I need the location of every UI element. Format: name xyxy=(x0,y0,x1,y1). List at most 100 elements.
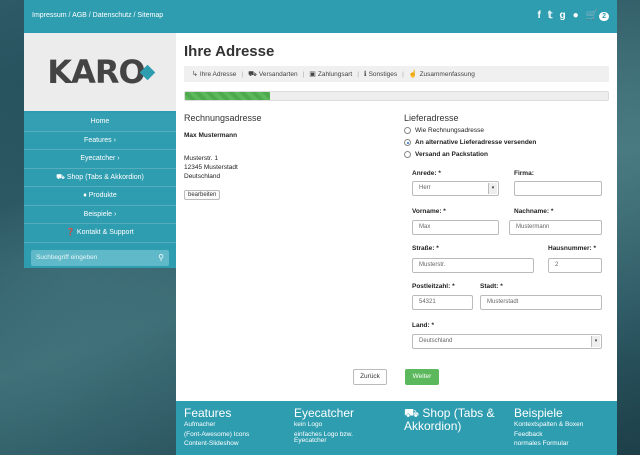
footer-heading: ⛟ Shop (Tabs & Akkordion) xyxy=(404,406,495,433)
search-icon[interactable]: ⚲ xyxy=(158,253,164,262)
plz-label: Postleitzahl: * xyxy=(412,283,455,290)
firma-input[interactable] xyxy=(514,181,602,196)
next-button[interactable]: Weiter xyxy=(405,369,439,385)
thumbs-up-icon: ☝ xyxy=(408,71,418,78)
google-plus-icon[interactable]: g xyxy=(559,10,565,22)
nav-item-eyecatcher[interactable]: Eyecatcher › xyxy=(24,150,176,169)
footer-col-beispiele: Beispiele Kontextspalten & Boxen Feedbac… xyxy=(514,407,583,449)
cart-icon[interactable]: 🛒 2 xyxy=(586,10,609,22)
top-links[interactable]: Impressum / AGB / Datenschutz / Sitemap xyxy=(32,12,163,19)
radio-button[interactable] xyxy=(404,127,411,134)
anrede-label: Anrede: * xyxy=(412,170,441,177)
billing-address-block: Musterstr. 1 12345 Musterstadt Deutschla… xyxy=(184,154,384,181)
nav-item-features[interactable]: Features › xyxy=(24,132,176,150)
truck-icon: ⛟ xyxy=(248,70,257,78)
back-button[interactable]: Zurück xyxy=(353,369,387,385)
sidebar-nav: Home Features › Eyecatcher › ⛟ Shop (Tab… xyxy=(24,113,176,243)
money-icon: ▣ xyxy=(309,71,316,78)
billing-title: Rechnungsadresse xyxy=(184,113,262,123)
plz-input[interactable]: 54321 xyxy=(412,295,473,310)
logo[interactable]: KARO xyxy=(24,33,176,111)
vorname-input[interactable]: Max xyxy=(412,220,499,235)
land-select[interactable]: Deutschland ▾ xyxy=(412,334,602,349)
twitter-icon[interactable]: 𝕥 xyxy=(548,10,553,22)
nav-item-beispiele[interactable]: Beispiele › xyxy=(24,206,176,224)
billing-country: Deutschland xyxy=(184,173,221,180)
footer-link[interactable]: Kontextspalten & Boxen xyxy=(514,421,583,430)
nachname-label: Nachname: * xyxy=(514,208,554,215)
step-separator: | xyxy=(241,70,244,78)
nav-item-shop[interactable]: ⛟ Shop (Tabs & Akkordion) xyxy=(24,169,176,187)
anrede-select[interactable]: Herr ▾ xyxy=(412,181,499,196)
chevron-down-icon: ▾ xyxy=(591,336,600,347)
step-label: Ihre Adresse xyxy=(199,70,237,78)
footer-link[interactable]: kein Logo xyxy=(294,421,354,430)
facebook-icon[interactable]: f xyxy=(537,10,540,22)
step-separator: | xyxy=(402,70,404,78)
step-label: Zusammenfassung xyxy=(419,70,475,78)
main-content: Ihre Adresse ↳ Ihre Adresse | ⛟ Versandart… xyxy=(176,33,617,401)
cart-count-badge: 2 xyxy=(599,12,609,21)
search-input[interactable] xyxy=(31,249,169,266)
stadt-input[interactable]: Musterstadt xyxy=(480,295,602,310)
land-label: Land: * xyxy=(412,322,435,329)
nav-item-home[interactable]: Home xyxy=(24,113,176,132)
delivery-option-same[interactable]: Wie Rechnungsadresse xyxy=(404,126,614,135)
top-icons: f 𝕥 g ● 🛒 2 xyxy=(537,10,609,22)
step-sonstiges[interactable]: ℹ Sonstiges xyxy=(363,70,398,79)
strasse-label: Straße: * xyxy=(412,245,439,252)
delivery-option-label: Wie Rechnungsadresse xyxy=(415,127,485,134)
footer-link[interactable]: Aufmacher xyxy=(184,421,249,430)
delivery-option-packstation[interactable]: Versand an Packstation xyxy=(404,150,614,159)
footer-heading: Features xyxy=(184,406,232,420)
logo-text: KARO xyxy=(47,53,145,91)
step-label: Sonstiges xyxy=(368,70,398,78)
footer-link[interactable]: (Font-Awesome) Icons xyxy=(184,431,249,440)
delivery-option-alternative[interactable]: An alternative Lieferadresse versenden xyxy=(404,138,614,147)
footer-link[interactable]: normales Formular xyxy=(514,440,583,449)
progress-bar xyxy=(184,91,609,101)
footer-link[interactable]: Content-Slideshow xyxy=(184,440,249,449)
road-icon: ↳ xyxy=(192,71,198,78)
delivery-option-label: An alternative Lieferadresse versenden xyxy=(415,139,537,146)
footer-col-eyecatcher: Eyecatcher kein Logo einfaches Logo bzw.… xyxy=(294,407,354,446)
delivery-option-label: Versand an Packstation xyxy=(415,151,488,158)
anrede-value: Herr xyxy=(419,185,431,191)
step-label: Zahlungsart xyxy=(317,70,353,78)
nav-item-produkte[interactable]: ♦ Produkte xyxy=(24,187,176,206)
footer-link[interactable]: Feedback xyxy=(514,431,583,440)
step-separator: | xyxy=(302,70,305,78)
step-zusammenfassung[interactable]: ☝ Zusammenfassung xyxy=(408,70,475,79)
user-icon[interactable]: ● xyxy=(573,10,579,22)
delivery-options: Wie Rechnungsadresse An alternative Lief… xyxy=(404,126,614,159)
hausnummer-input[interactable]: 2 xyxy=(548,258,602,273)
search-box: ⚲ xyxy=(31,249,169,266)
hausnummer-label: Hausnummer: * xyxy=(548,245,597,252)
nav-item-kontakt[interactable]: ❓ Kontakt & Support xyxy=(24,224,176,243)
step-adresse[interactable]: ↳ Ihre Adresse xyxy=(192,70,237,79)
stadt-label: Stadt: * xyxy=(480,283,503,290)
page-title: Ihre Adresse xyxy=(184,43,275,60)
nachname-input[interactable]: Mustermann xyxy=(509,220,602,235)
firma-label: Firma: xyxy=(514,170,534,177)
step-versandarten[interactable]: ⛟ Versandarten xyxy=(248,70,297,79)
billing-street: Musterstr. 1 xyxy=(184,155,218,162)
radio-button[interactable] xyxy=(404,151,411,158)
footer-col-features: Features Aufmacher (Font-Awesome) Icons … xyxy=(184,407,249,449)
delivery-title: Lieferadresse xyxy=(404,113,459,123)
progress-fill xyxy=(185,92,270,100)
billing-address: Rechnungsadresse Max Mustermann Musterst… xyxy=(184,113,384,200)
step-label: Versandarten xyxy=(258,70,298,78)
sidebar: KARO Home Features › Eyecatcher › ⛟ Shop… xyxy=(24,33,176,268)
vorname-label: Vorname: * xyxy=(412,208,446,215)
strasse-input[interactable]: Musterstr. xyxy=(412,258,534,273)
info-icon: ℹ xyxy=(363,71,367,78)
billing-city: 12345 Musterstadt xyxy=(184,164,238,171)
billing-name: Max Mustermann xyxy=(184,132,238,139)
edit-button[interactable]: bearbeiten xyxy=(184,190,221,200)
step-separator: | xyxy=(357,70,359,78)
top-bar: Impressum / AGB / Datenschutz / Sitemap … xyxy=(24,0,617,33)
radio-button-selected[interactable] xyxy=(404,139,411,146)
step-zahlungsart[interactable]: ▣ Zahlungsart xyxy=(309,70,353,79)
land-value: Deutschland xyxy=(419,338,453,344)
